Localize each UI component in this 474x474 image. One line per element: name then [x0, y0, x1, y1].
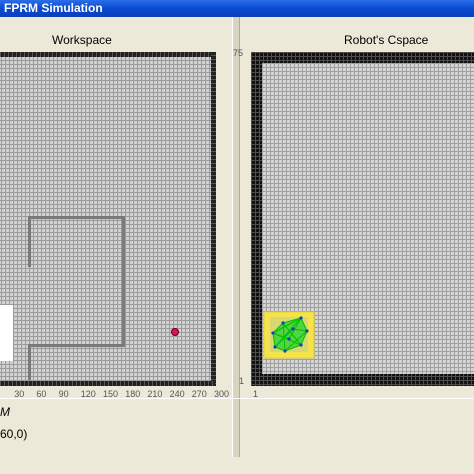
workspace-grid[interactable] [0, 52, 215, 386]
robot-marker[interactable] [171, 328, 179, 336]
cspace-y-bottom-label: 1 [239, 376, 245, 386]
window-title: FPRM Simulation [4, 1, 103, 15]
obstacle-wall [28, 216, 31, 267]
panel-divider[interactable] [232, 17, 240, 457]
workspace-bottom-border [0, 381, 215, 386]
roadmap-region [263, 311, 315, 359]
bottom-separator [0, 398, 474, 399]
cspace-title: Robot's Cspace [344, 33, 429, 47]
status-line-2: 60,0) [0, 427, 28, 441]
obstacle-wall [122, 216, 125, 346]
workspace-top-border [0, 52, 215, 57]
window-titlebar: FPRM Simulation [0, 0, 474, 17]
status-line-1: M [0, 405, 10, 419]
white-obstacle [0, 305, 13, 361]
workspace-title: Workspace [52, 33, 112, 47]
cspace-y-top-label: 75 [233, 48, 244, 58]
obstacle-wall [28, 344, 31, 380]
workspace-right-border [211, 52, 216, 386]
obstacle-wall [28, 216, 125, 219]
obstacle-wall [28, 344, 125, 347]
